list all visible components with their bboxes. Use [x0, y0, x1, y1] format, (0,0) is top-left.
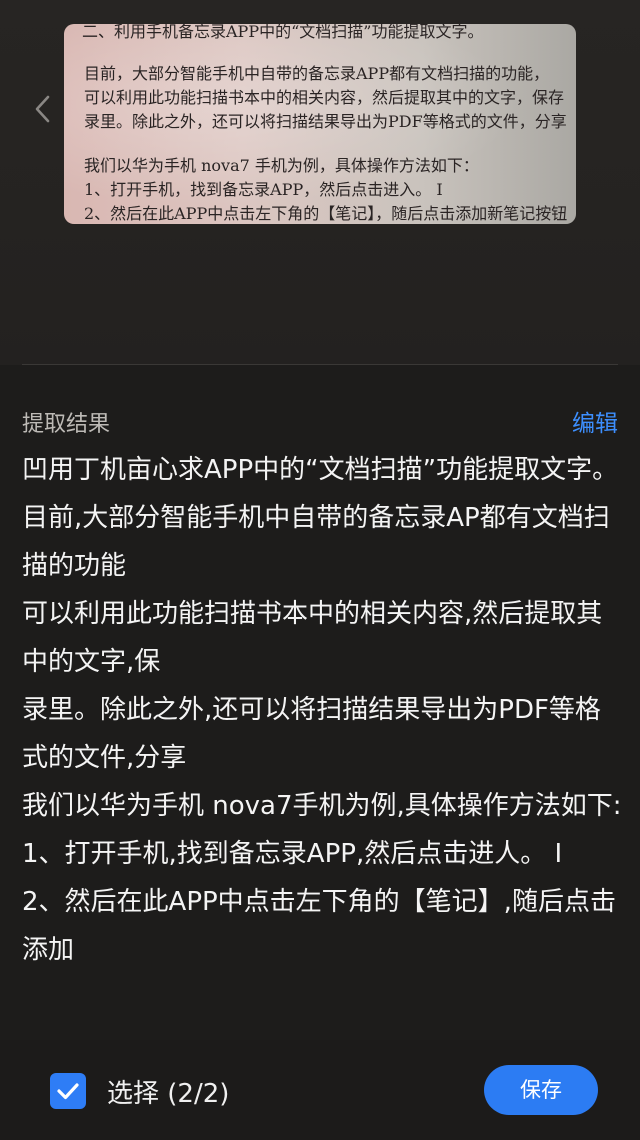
- bottom-action-bar: 选择 (2/2) 保存: [0, 1040, 640, 1140]
- scan-text-line: 可以利用此功能扫描书本中的相关内容，然后提取其中的文字，保存: [84, 88, 565, 107]
- scan-text-line: 录里。除此之外，还可以将扫描结果导出为PDF等格式的文件，分享: [84, 112, 567, 131]
- scan-preview-area: 二、利用手机备忘录APP中的“文档扫描”功能提取文字。 目前，大部分智能手机中自…: [0, 0, 640, 365]
- scan-text-line: 二、利用手机备忘录APP中的“文档扫描”功能提取文字。: [82, 24, 484, 41]
- scan-text-line: 我们以华为手机 nova7 手机为例，具体操作方法如下：: [84, 156, 479, 175]
- divider: [22, 364, 618, 365]
- chevron-left-icon[interactable]: [30, 92, 56, 126]
- extracted-text[interactable]: 凹用丁机亩心求APP中的“文档扫描”功能提取文字。 目前,大部分智能手机中自带的…: [22, 446, 622, 1042]
- save-button[interactable]: 保存: [484, 1065, 598, 1115]
- scan-text-line: 2、然后在此APP中点击左下角的【笔记】，随后点击添加新笔记按钮: [84, 204, 568, 223]
- extracted-paragraph: 2、然后在此APP中点击左下角的【笔记】,随后点击添加: [22, 887, 616, 965]
- edit-button[interactable]: 编辑: [572, 404, 618, 438]
- extracted-paragraph: 可以利用此功能扫描书本中的相关内容,然后提取其中的文字,保: [22, 599, 603, 677]
- extracted-paragraph: 录里。除此之外,还可以将扫描结果导出为PDF等格式的文件,分享: [22, 695, 601, 773]
- result-title: 提取结果: [22, 412, 111, 437]
- checkmark-icon: [57, 1083, 79, 1100]
- scan-text-line: 1、打开手机，找到备忘录APP，然后点击进入。 I: [84, 180, 443, 199]
- select-count-label[interactable]: 选择 (2/2): [107, 1073, 229, 1110]
- result-header: 提取结果 编辑: [22, 402, 618, 438]
- select-all-checkbox[interactable]: [50, 1073, 86, 1109]
- extracted-paragraph: 凹用丁机亩心求APP中的“文档扫描”功能提取文字。: [22, 455, 619, 485]
- extracted-paragraph: 我们以华为手机 nova7手机为例,具体操作方法如下:: [22, 791, 622, 821]
- scanned-document-image: 二、利用手机备忘录APP中的“文档扫描”功能提取文字。 目前，大部分智能手机中自…: [64, 24, 576, 224]
- scan-text-line: 目前，大部分智能手机中自带的备忘录APP都有文档扫描的功能，: [84, 64, 550, 83]
- extracted-paragraph: 目前,大部分智能手机中自带的备忘录AP都有文档扫描的功能: [22, 503, 610, 581]
- extracted-paragraph: 1、打开手机,找到备忘录APP,然后点击进人。 I: [22, 839, 563, 869]
